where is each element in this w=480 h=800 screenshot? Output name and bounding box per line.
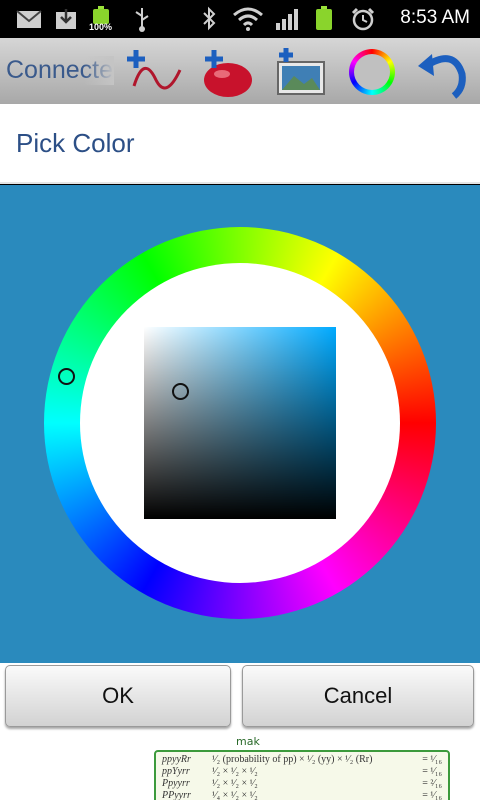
saturation-value-marker[interactable] — [172, 383, 189, 400]
note-row: ppYyrr ¹⁄₂ × ¹⁄₂ × ¹⁄₂ = ¹⁄₁₆ — [162, 766, 442, 778]
note-cell: ¹⁄₂ × ¹⁄₂ × ¹⁄₂ — [212, 778, 258, 789]
note-cell: Ppyyrr — [162, 778, 190, 789]
gmail-icon — [16, 10, 42, 28]
add-wave-icon[interactable] — [126, 44, 184, 100]
usb-icon — [135, 8, 149, 32]
status-bar: 100% 8:53 AM — [0, 0, 480, 38]
battery-percent-label: 100% — [89, 22, 113, 32]
note-cell: ¹⁄₂ (probability of pp) × ¹⁄₂ (yy) × ¹⁄₂… — [212, 754, 373, 765]
add-blob-icon[interactable] — [198, 44, 256, 100]
ok-button[interactable]: OK — [5, 665, 231, 727]
add-image-icon[interactable] — [272, 44, 330, 100]
note-row: PPyyrr ¹⁄₄ × ¹⁄₂ × ¹⁄₂ = ¹⁄₁₆ — [162, 790, 442, 800]
dialog-header: Pick Color — [0, 104, 480, 184]
dialog-title: Pick Color — [16, 128, 135, 158]
handwritten-note: mak — [236, 735, 260, 748]
app-toolbar: Connecte — [0, 38, 480, 104]
color-ring-icon[interactable] — [344, 44, 402, 100]
signal-icon — [276, 9, 298, 30]
genetics-note-box: ppyyRr ¹⁄₂ (probability of pp) × ¹⁄₂ (yy… — [154, 750, 450, 800]
note-cell: ¹⁄₂ × ¹⁄₂ × ¹⁄₂ — [212, 766, 258, 777]
note-cell: ¹⁄₄ × ¹⁄₂ × ¹⁄₂ — [212, 790, 258, 800]
note-cell: = ¹⁄₁₆ — [422, 754, 442, 765]
bluetooth-icon — [203, 6, 216, 31]
download-icon — [56, 9, 76, 29]
note-cell: = ²⁄₁₆ — [422, 778, 442, 789]
note-cell: = ¹⁄₁₆ — [422, 790, 442, 800]
background-note-area: mak ppyyRr ¹⁄₂ (probability of pp) × ¹⁄₂… — [0, 735, 480, 800]
note-cell: ppyyRr — [162, 754, 191, 765]
undo-icon[interactable] — [414, 44, 472, 100]
toolbar-title: Connecte — [6, 56, 114, 85]
note-row: Ppyyrr ¹⁄₂ × ¹⁄₂ × ¹⁄₂ = ²⁄₁₆ — [162, 778, 442, 790]
status-time: 8:53 AM — [400, 7, 470, 28]
note-cell: PPyyrr — [162, 790, 191, 800]
alarm-icon — [351, 7, 375, 31]
note-cell: = ¹⁄₁₆ — [422, 766, 442, 777]
note-row: ppyyRr ¹⁄₂ (probability of pp) × ¹⁄₂ (yy… — [162, 754, 442, 766]
battery-icon — [316, 6, 332, 30]
saturation-value-square[interactable] — [144, 327, 336, 519]
wifi-icon — [233, 7, 263, 31]
cancel-button[interactable]: Cancel — [242, 665, 474, 727]
hue-selector-marker[interactable] — [58, 368, 75, 385]
note-cell: ppYyrr — [162, 766, 190, 777]
